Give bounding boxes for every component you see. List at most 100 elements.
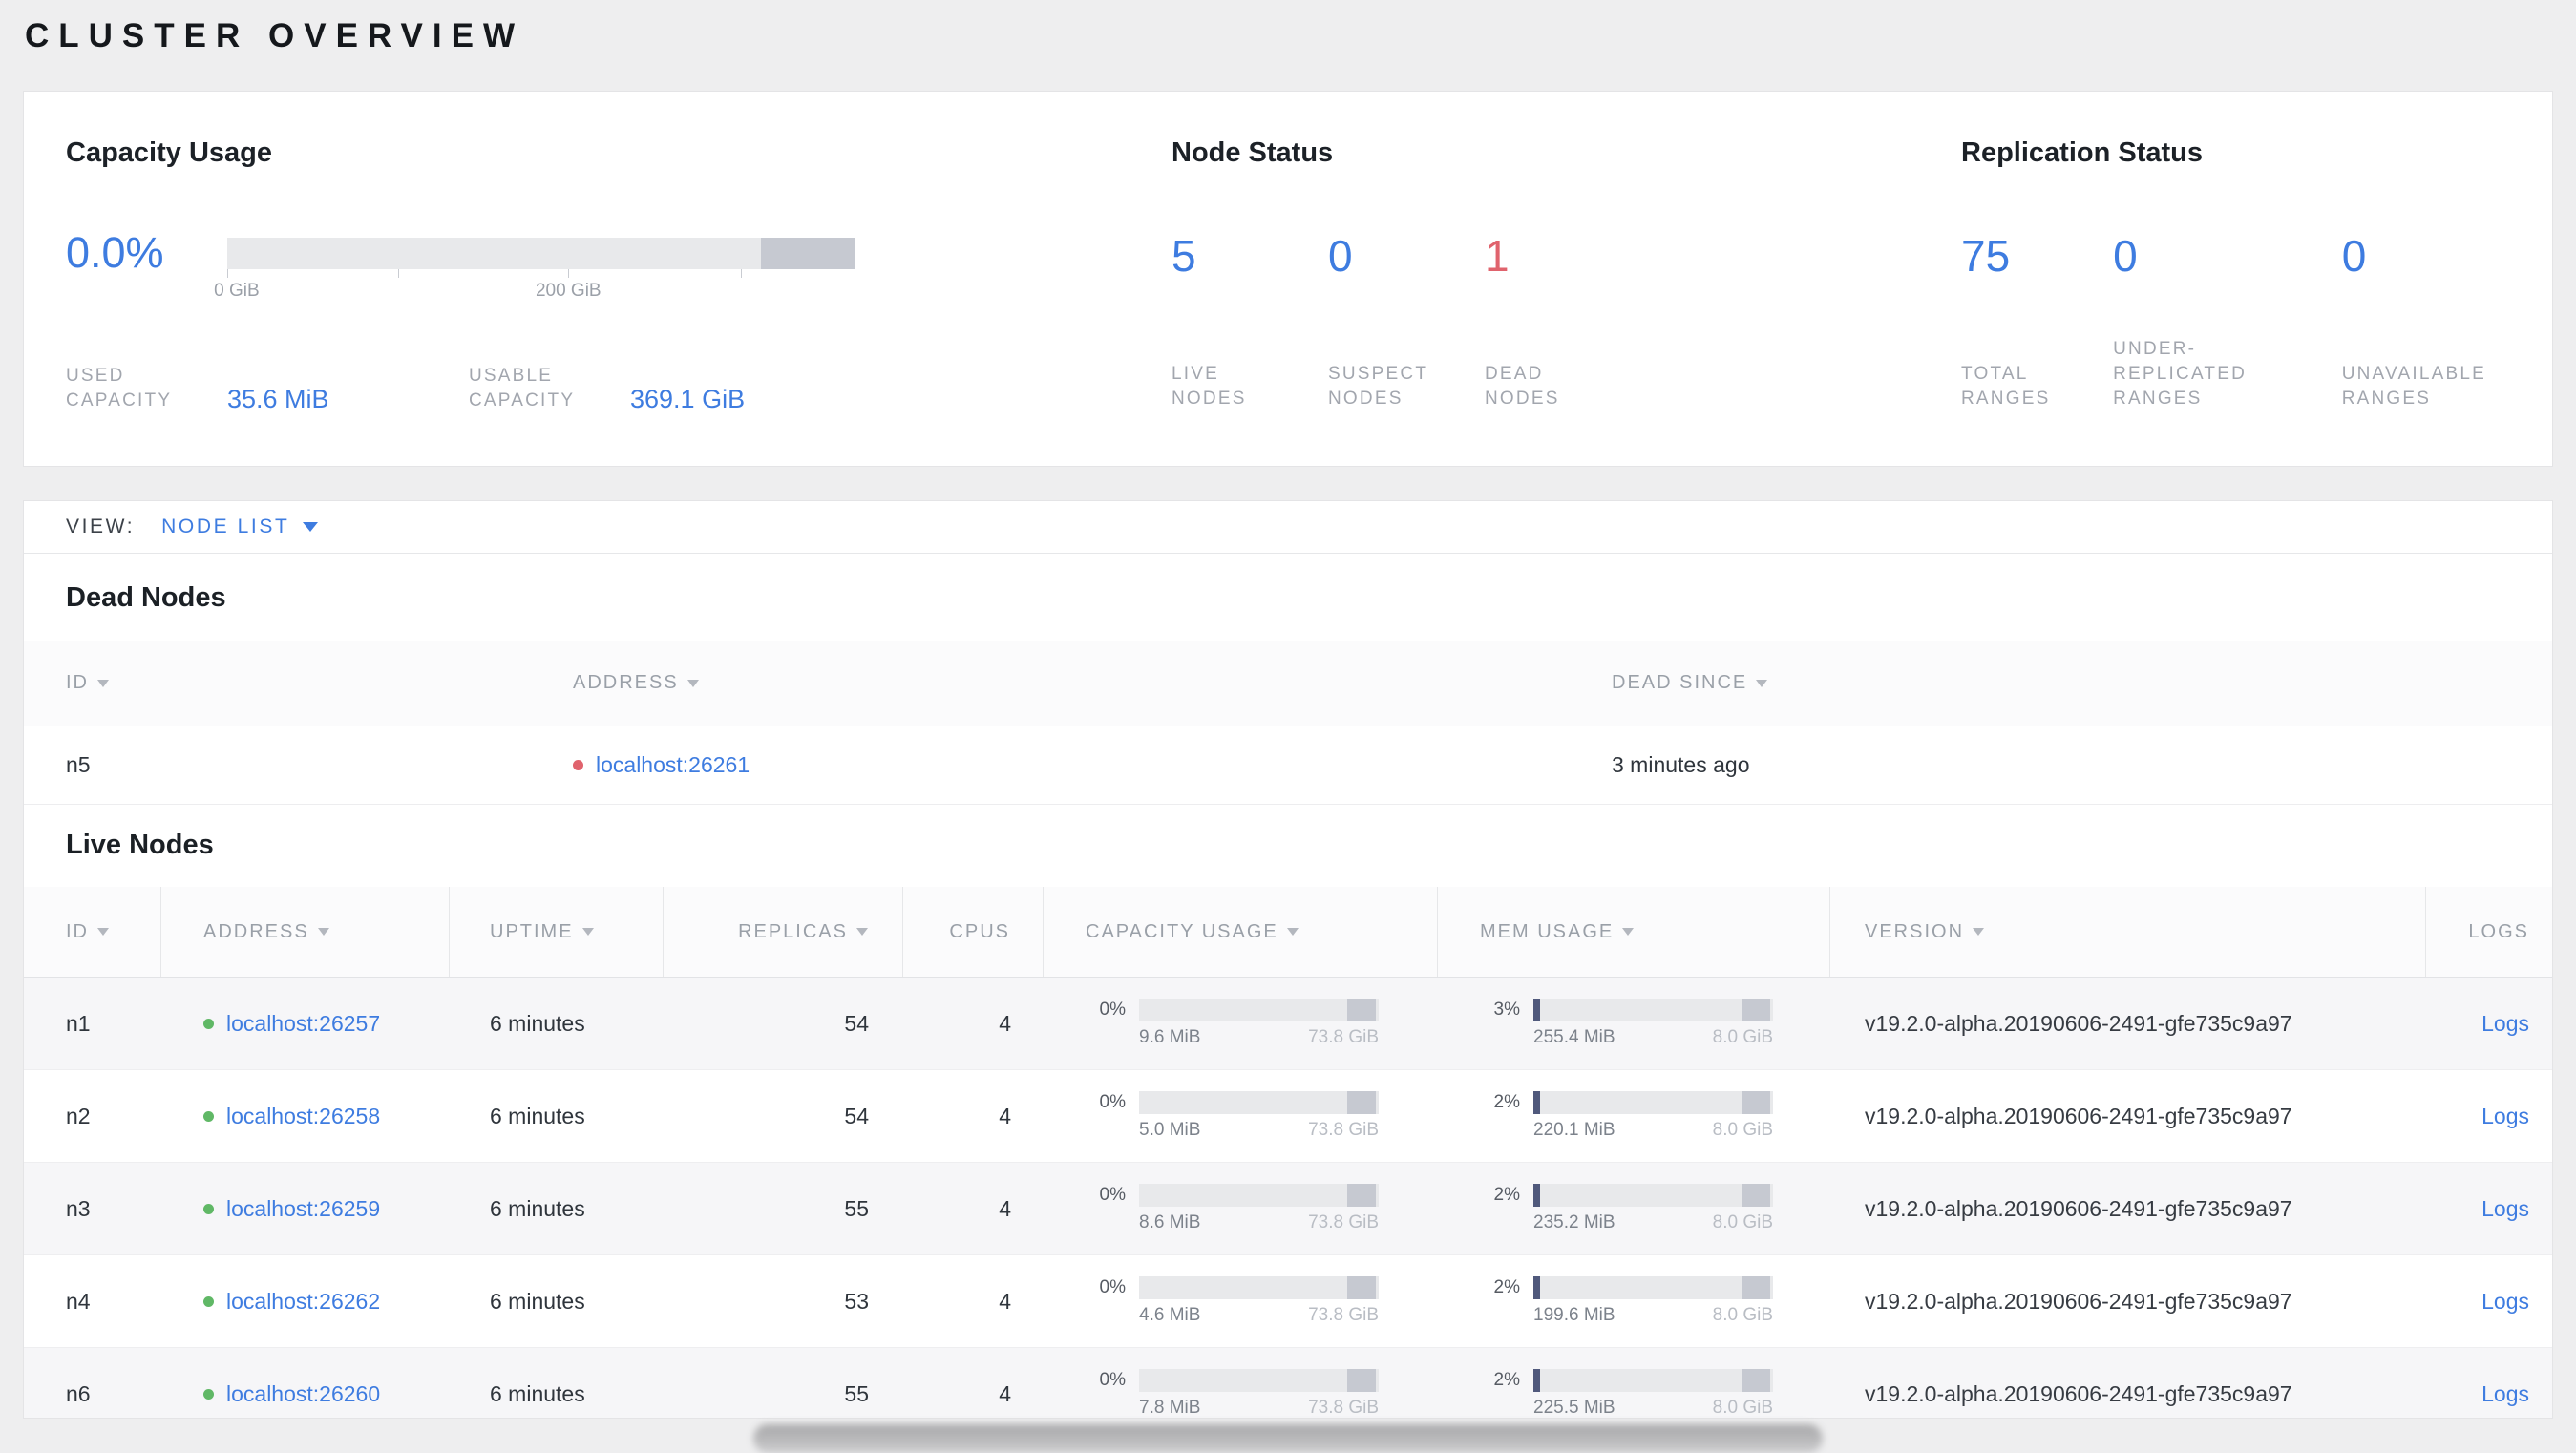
replication-status-heading: Replication Status [1961,137,2203,168]
logs-cell: Logs [2426,1070,2552,1162]
mem-usage-meter: 2% 225.5 MiB 8.0 GiB [1493,1369,1773,1418]
version-cell: v19.2.0-alpha.20190606-2491-gfe735c9a97 [1865,1380,2292,1406]
node-address-link[interactable]: localhost:26261 [596,752,750,778]
node-address-cell: localhost:26261 [538,726,1573,804]
under-replicated-label: UNDER-REPLICATED RANGES [2113,339,2248,409]
table-row: n2 localhost:26258 6 minutes 54 4 0% 5.0… [24,1070,2552,1163]
column-header-dead-since[interactable]: DEAD SINCE [1573,641,2552,726]
node-address-link[interactable]: localhost:26260 [226,1381,380,1407]
logs-link[interactable]: Logs [2481,1381,2529,1407]
table-row: n1 localhost:26257 6 minutes 54 4 0% 9.6… [24,978,2552,1070]
capacity-usage-meter: 0% 7.8 MiB 73.8 GiB [1099,1369,1379,1418]
axis-tick-label: 200 GiB [535,281,602,301]
dead-nodes-stat: 1 DEAD NODES [1485,231,1641,411]
node-address-cell: localhost:26262 [161,1255,450,1347]
stat-label: USABLE CAPACITY [469,366,576,411]
replicas-cell: 55 [844,1195,869,1221]
column-header-replicas[interactable]: REPLICAS [664,887,903,977]
logs-link[interactable]: Logs [2481,1196,2529,1222]
node-id-cell: n1 [66,1010,91,1036]
column-header-cpus[interactable]: CPUS [903,887,1044,977]
column-header-address[interactable]: ADDRESS [161,887,450,977]
node-address-link[interactable]: localhost:26262 [226,1289,380,1315]
sort-arrow-icon [581,928,594,936]
uptime-cell: 6 minutes [490,1288,585,1314]
version-cell: v19.2.0-alpha.20190606-2491-gfe735c9a97 [1865,1103,2292,1128]
dead-nodes-table: ID ADDRESS DEAD SINCE n5 localhost:26261… [24,641,2552,805]
live-nodes-label: LIVE NODES [1172,364,1247,409]
logs-cell: Logs [2426,1163,2552,1254]
cpus-cell: 4 [999,1380,1011,1406]
unavailable-count: 0 [2341,231,2367,281]
node-id-cell: n2 [66,1103,91,1128]
column-header-address[interactable]: ADDRESS [538,641,1573,726]
usable-capacity-stat: USABLE CAPACITY 369.1 GiB [469,364,745,413]
mem-usage-meter: 3% 255.4 MiB 8.0 GiB [1493,999,1773,1047]
capacity-bar [1139,1276,1379,1299]
column-header-logs[interactable]: LOGS [2426,887,2552,977]
view-dropdown[interactable]: NODE LIST [161,516,319,538]
mem-bar [1533,999,1773,1021]
cpus-cell: 4 [999,1103,1011,1128]
capacity-usage-meter: 0% 8.6 MiB 73.8 GiB [1099,1184,1379,1232]
node-address-cell: localhost:26260 [161,1348,450,1418]
suspect-nodes-count: 0 [1328,231,1353,281]
node-id-cell: n4 [66,1288,91,1314]
version-cell: v19.2.0-alpha.20190606-2491-gfe735c9a97 [1865,1010,2292,1036]
axis-tick [397,269,399,278]
logs-cell: Logs [2426,978,2552,1069]
axis-tick [227,269,228,278]
logs-cell: Logs [2426,1255,2552,1347]
sort-arrow-icon [1973,928,1985,936]
dead-since-cell: 3 minutes ago [1612,752,1750,777]
cpus-cell: 4 [999,1195,1011,1221]
dead-nodes-table-header: ID ADDRESS DEAD SINCE [24,641,2552,726]
column-header-id[interactable]: ID [24,641,538,726]
uptime-cell: 6 minutes [490,1103,585,1128]
node-id-cell: n5 [24,726,538,804]
capacity-bar [227,238,855,269]
node-status-heading: Node Status [1172,137,1334,168]
capacity-bar-other-segment [761,238,855,269]
logs-link[interactable]: Logs [2481,1104,2529,1129]
column-header-version[interactable]: VERSION [1830,887,2426,977]
capacity-axis: 0 GiB 200 GiB [214,269,855,313]
column-header-capacity-usage[interactable]: CAPACITY USAGE [1044,887,1438,977]
capacity-bar [1139,1184,1379,1207]
stat-value: 35.6 MiB [227,385,329,413]
capacity-percent: 0.0% [66,228,164,277]
axis-tick [741,269,743,278]
column-header-uptime[interactable]: UPTIME [450,887,664,977]
used-capacity-stat: USED CAPACITY 35.6 MiB [66,364,469,413]
logs-cell: Logs [2426,1348,2552,1418]
capacity-usage-heading: Capacity Usage [66,137,272,168]
mem-usage-meter: 2% 199.6 MiB 8.0 GiB [1493,1276,1773,1325]
dead-nodes-heading: Dead Nodes [66,582,226,613]
node-address-link[interactable]: localhost:26259 [226,1196,380,1222]
replication-status-section: Replication Status 75 TOTAL RANGES 0 UND… [1961,134,2534,411]
under-replicated-count: 0 [2113,231,2138,281]
sort-arrow-icon [1622,928,1635,936]
uptime-cell: 6 minutes [490,1380,585,1406]
unavailable-label: UNAVAILABLE RANGES [2341,364,2486,409]
node-address-link[interactable]: localhost:26257 [226,1011,380,1037]
node-address-cell: localhost:26257 [161,978,450,1069]
live-status-icon [203,1018,214,1029]
column-header-id[interactable]: ID [24,887,161,977]
live-status-icon [203,1203,214,1214]
mem-usage-meter: 2% 235.2 MiB 8.0 GiB [1493,1184,1773,1232]
column-header-mem-usage[interactable]: MEM USAGE [1438,887,1830,977]
capacity-bar-chart: 0 GiB 200 GiB [214,238,855,313]
page-title: CLUSTER OVERVIEW [25,17,525,54]
suspect-nodes-label: SUSPECT NODES [1328,364,1428,409]
node-id-cell: n6 [66,1380,91,1406]
live-status-icon [203,1388,214,1400]
table-row: n3 localhost:26259 6 minutes 55 4 0% 8.6… [24,1163,2552,1255]
stat-label: USED CAPACITY [66,366,173,411]
capacity-bar [1139,999,1379,1021]
node-list-panel: VIEW: NODE LIST Dead Nodes ID ADDRESS DE… [23,500,2553,1419]
logs-link[interactable]: Logs [2481,1011,2529,1037]
sort-arrow-icon [1286,928,1299,936]
logs-link[interactable]: Logs [2481,1289,2529,1315]
node-address-link[interactable]: localhost:26258 [226,1104,380,1129]
